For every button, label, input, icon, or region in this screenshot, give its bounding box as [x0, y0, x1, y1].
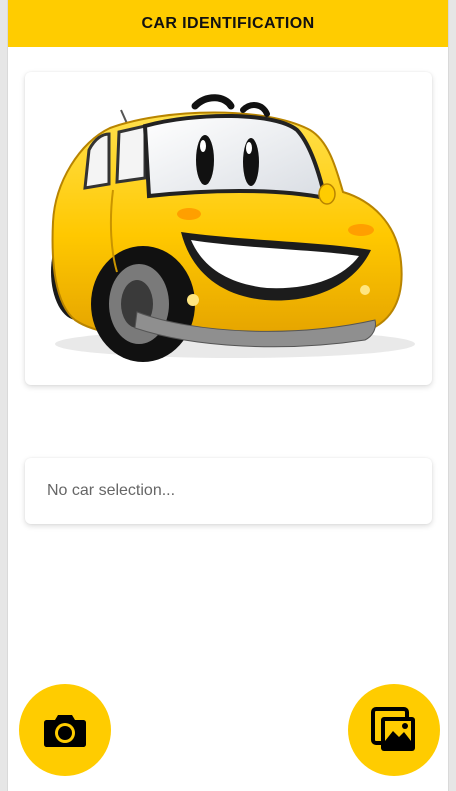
gallery-icon [371, 707, 415, 751]
gallery-button[interactable] [348, 684, 440, 776]
app-bar: CAR IDENTIFICATION [8, 0, 448, 47]
app-title: CAR IDENTIFICATION [141, 14, 315, 32]
camera-icon [44, 715, 86, 747]
car-image-card [25, 72, 432, 385]
result-card: No car selection... [25, 458, 432, 524]
car-illustration [51, 94, 415, 362]
result-text: No car selection... [47, 482, 176, 499]
camera-button[interactable] [19, 684, 111, 776]
app-screen: CAR IDENTIFICATION No car selection... [7, 0, 449, 791]
